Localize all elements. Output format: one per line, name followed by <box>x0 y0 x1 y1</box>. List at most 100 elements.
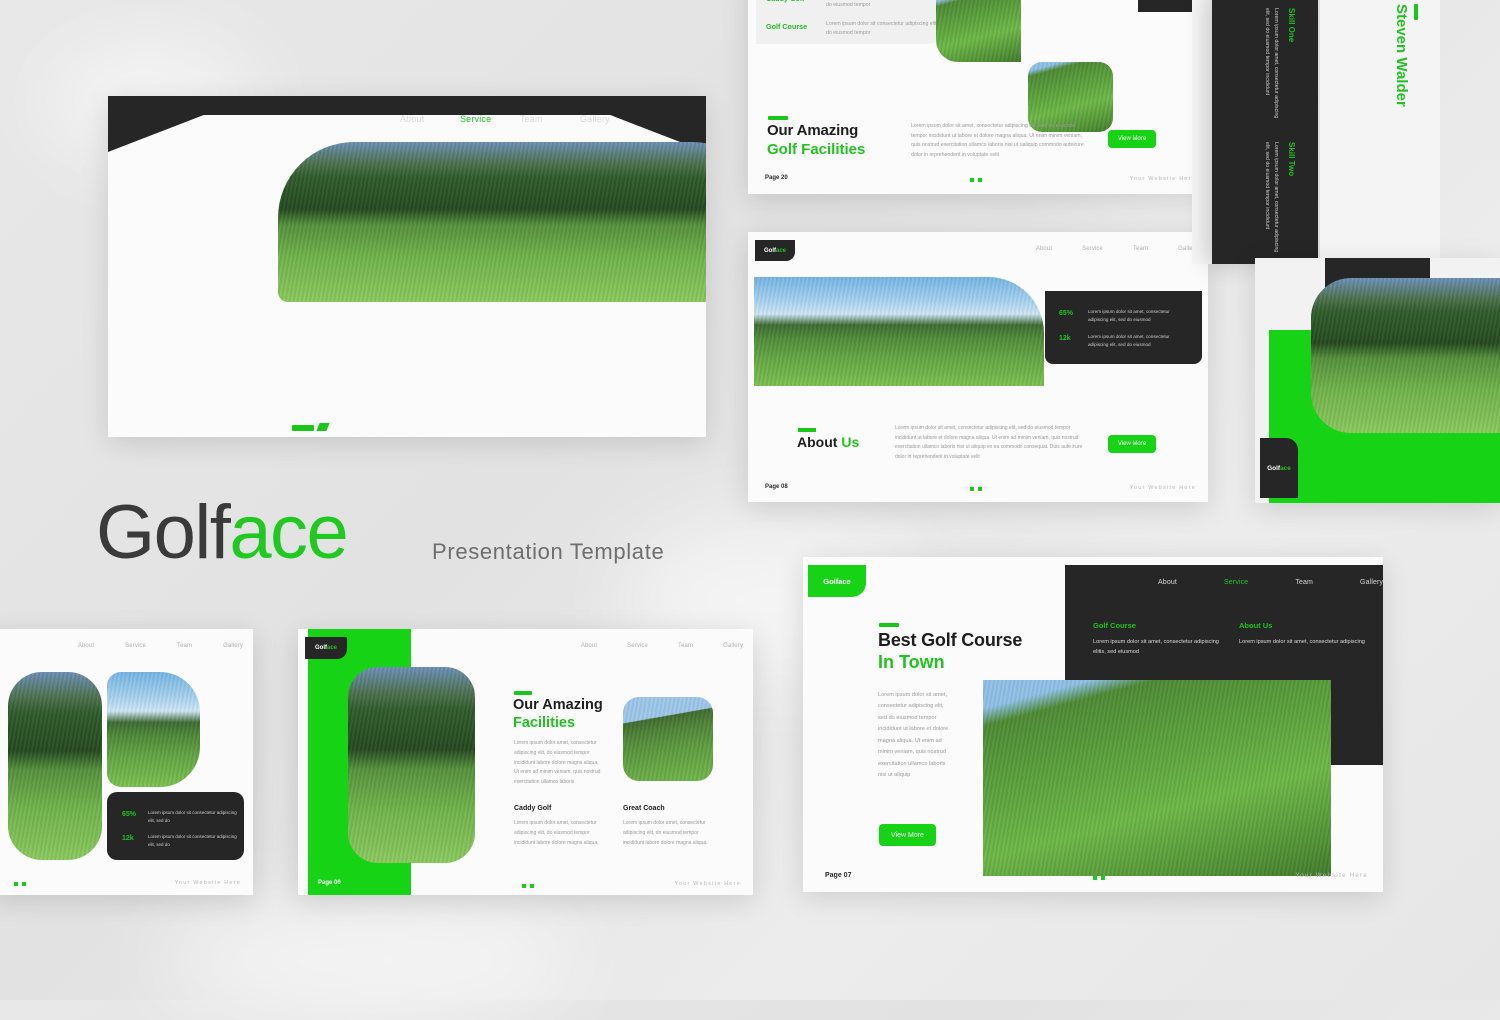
slide-dots <box>14 882 26 886</box>
photo-cart-on-course <box>623 697 713 781</box>
stat-value-12k: 12k <box>1059 335 1071 342</box>
footer-website: Your Website Here <box>1295 873 1368 879</box>
item-text-golf-course: Lorem ipsum dolor sit consectetur adipis… <box>826 21 948 36</box>
brand-wordmark: Golface <box>96 495 349 571</box>
wordmark-green: ace <box>229 490 349 575</box>
slide-nav[interactable]: About Service Team Gallery <box>581 643 743 649</box>
hero-nav[interactable]: About Service Team Gallery <box>400 114 640 124</box>
stat-value-65: 65% <box>1059 310 1074 317</box>
nav-item-about[interactable]: About <box>400 114 460 124</box>
stat-value-65: 65% <box>122 811 137 818</box>
brand-tagline: Presentation Template <box>432 539 665 564</box>
hero-photo-golf-cart <box>278 142 706 302</box>
slide-about-page-08[interactable]: Golf ace About Service Team Gallery 65% L… <box>748 232 1208 502</box>
nav-item-gallery[interactable]: Gallery <box>1360 579 1383 586</box>
skill-label-two: Skill Two <box>1287 142 1296 177</box>
footer-website: Your Website Here <box>1129 485 1196 491</box>
photo-ball-near-flag <box>107 672 200 787</box>
body-text: Lorem ipsum dolor sit amet, consectetur … <box>878 692 949 779</box>
page-number: Page 07 <box>825 872 852 879</box>
skill-text-one: Lorem ipsum dolor amet, consectetur adip… <box>1263 8 1279 119</box>
stat-value-12k: 12k <box>122 835 134 842</box>
nav-item-service[interactable]: Service <box>1082 246 1103 252</box>
skill-text-two: Lorem ipsum dolor amet, consectetur adip… <box>1263 142 1279 253</box>
heading-about-us: About Us <box>797 434 860 450</box>
accent-dash <box>292 425 314 431</box>
nav-item-team[interactable]: Team <box>678 643 693 649</box>
slide-rotated-person[interactable]: Steven Walder <box>1320 0 1440 264</box>
logo-badge: Golf ace <box>1260 438 1298 498</box>
nav-item-team[interactable]: Team <box>520 114 580 124</box>
slide-rotated-skills[interactable]: Skill One Lorem ipsum dolor amet, consec… <box>1212 0 1318 264</box>
column-title-golf-course: Golf Course <box>1093 621 1136 630</box>
stat-text-65: Lorem ipsum dolor sit consectetur adipis… <box>148 810 237 824</box>
nav-item-about[interactable]: About <box>1036 246 1052 252</box>
page-number: Page 08 <box>765 484 788 490</box>
slide-nav[interactable]: About Service Team Gallery <box>78 643 243 649</box>
slide-facilities-page-20[interactable]: Caddy Golf Lorem ipsum dolor sit consect… <box>748 0 1208 194</box>
nav-item-team[interactable]: Team <box>177 643 192 649</box>
nav-item-about[interactable]: About <box>1158 579 1177 586</box>
card-text-great-coach: Lorem ipsum dolor amet, consectetur adip… <box>623 820 708 846</box>
photo-club-hitting-ball <box>983 680 1331 876</box>
logo-badge: Golf ace <box>808 565 866 597</box>
column-text-about-us: Lorem ipsum dolor sit amet, consectetur … <box>1239 639 1365 645</box>
footer-website: Your Website Here <box>174 880 241 886</box>
page-number: Page 20 <box>765 175 788 181</box>
photo-golfer-crouching <box>8 672 102 860</box>
stat-text-12k: Lorem ipsum dolor sit consectetur adipis… <box>148 834 237 848</box>
slide-hero-page-01[interactable]: About Service Team Gallery Golface Golf … <box>108 96 706 437</box>
logo-badge: Golf ace <box>305 637 347 659</box>
view-more-button[interactable]: View More <box>1108 130 1156 148</box>
slide-gallery-left[interactable]: About Service Team Gallery 65% Lorem ips… <box>0 629 253 895</box>
slide-dots <box>970 178 982 182</box>
photo-club-and-ball <box>936 0 1021 62</box>
slide-facilities-page-06[interactable]: Golf ace About Service Team Gallery Our A… <box>298 629 753 895</box>
slide-swing-right[interactable]: Golf ace <box>1255 258 1500 503</box>
heading-line-2: Facilities <box>513 715 576 731</box>
view-more-button[interactable]: View More <box>1108 435 1156 453</box>
slide-dots <box>1093 876 1105 880</box>
person-name: Steven Walder <box>1393 4 1410 107</box>
stats-panel <box>107 792 244 860</box>
nav-item-service[interactable]: Service <box>1224 579 1248 586</box>
nav-item-gallery[interactable]: Gallery <box>723 643 743 649</box>
background-blob <box>160 900 580 1020</box>
card-title-great-coach: Great Coach <box>623 805 665 812</box>
nav-item-service[interactable]: Service <box>460 114 520 124</box>
column-text-golf-course: Lorem ipsum dolor sit amet, consectetur … <box>1093 639 1219 656</box>
accent-dash <box>768 116 788 120</box>
nav-item-service[interactable]: Service <box>125 643 146 649</box>
accent-dash <box>879 623 899 627</box>
nav-item-about[interactable]: About <box>78 643 94 649</box>
slide-nav[interactable]: About Service Team Gallery <box>1036 246 1198 252</box>
view-more-button[interactable]: View More <box>879 824 936 846</box>
logo-badge: Golf ace <box>755 240 795 261</box>
nav-item-team[interactable]: Team <box>1133 246 1148 252</box>
photo-golfer-swinging <box>348 667 475 863</box>
card-text-caddy-golf: Lorem ipsum dolor amet, consectetur adip… <box>514 820 599 846</box>
nav-item-about[interactable]: About <box>581 643 597 649</box>
nav-item-gallery[interactable]: Gallery <box>223 643 243 649</box>
card-title-caddy-golf: Caddy Golf <box>514 805 552 812</box>
item-label-golf-course: Golf Course <box>766 22 808 31</box>
slide-best-course-page-07[interactable]: Golf ace About Service Team Gallery Best … <box>803 557 1383 892</box>
page-number: Page 06 <box>318 880 341 886</box>
heading-line-2: Golf Facilities <box>767 141 866 158</box>
slide-dots <box>522 884 534 888</box>
item-label-caddy-golf: Caddy Golf <box>766 0 804 3</box>
nav-item-gallery[interactable]: Gallery <box>580 114 640 124</box>
hero-brand: Golface <box>288 433 416 437</box>
accent-dash <box>798 428 816 432</box>
skill-label-one: Skill One <box>1287 8 1296 43</box>
stats-panel <box>1045 291 1202 364</box>
body-text: Lorem ipsum dolor sit amet, consectetur … <box>895 425 1083 460</box>
accent-slash <box>316 423 330 431</box>
slide-nav[interactable]: About Service Team Gallery <box>1158 579 1383 586</box>
wordmark-dark: Golf <box>96 490 231 575</box>
nav-item-service[interactable]: Service <box>627 643 648 649</box>
slide-dots <box>970 487 982 491</box>
photo-golfer-mid-swing <box>1311 278 1500 433</box>
nav-item-team[interactable]: Team <box>1295 579 1313 586</box>
footer-website: Your Website Here <box>1129 176 1196 182</box>
